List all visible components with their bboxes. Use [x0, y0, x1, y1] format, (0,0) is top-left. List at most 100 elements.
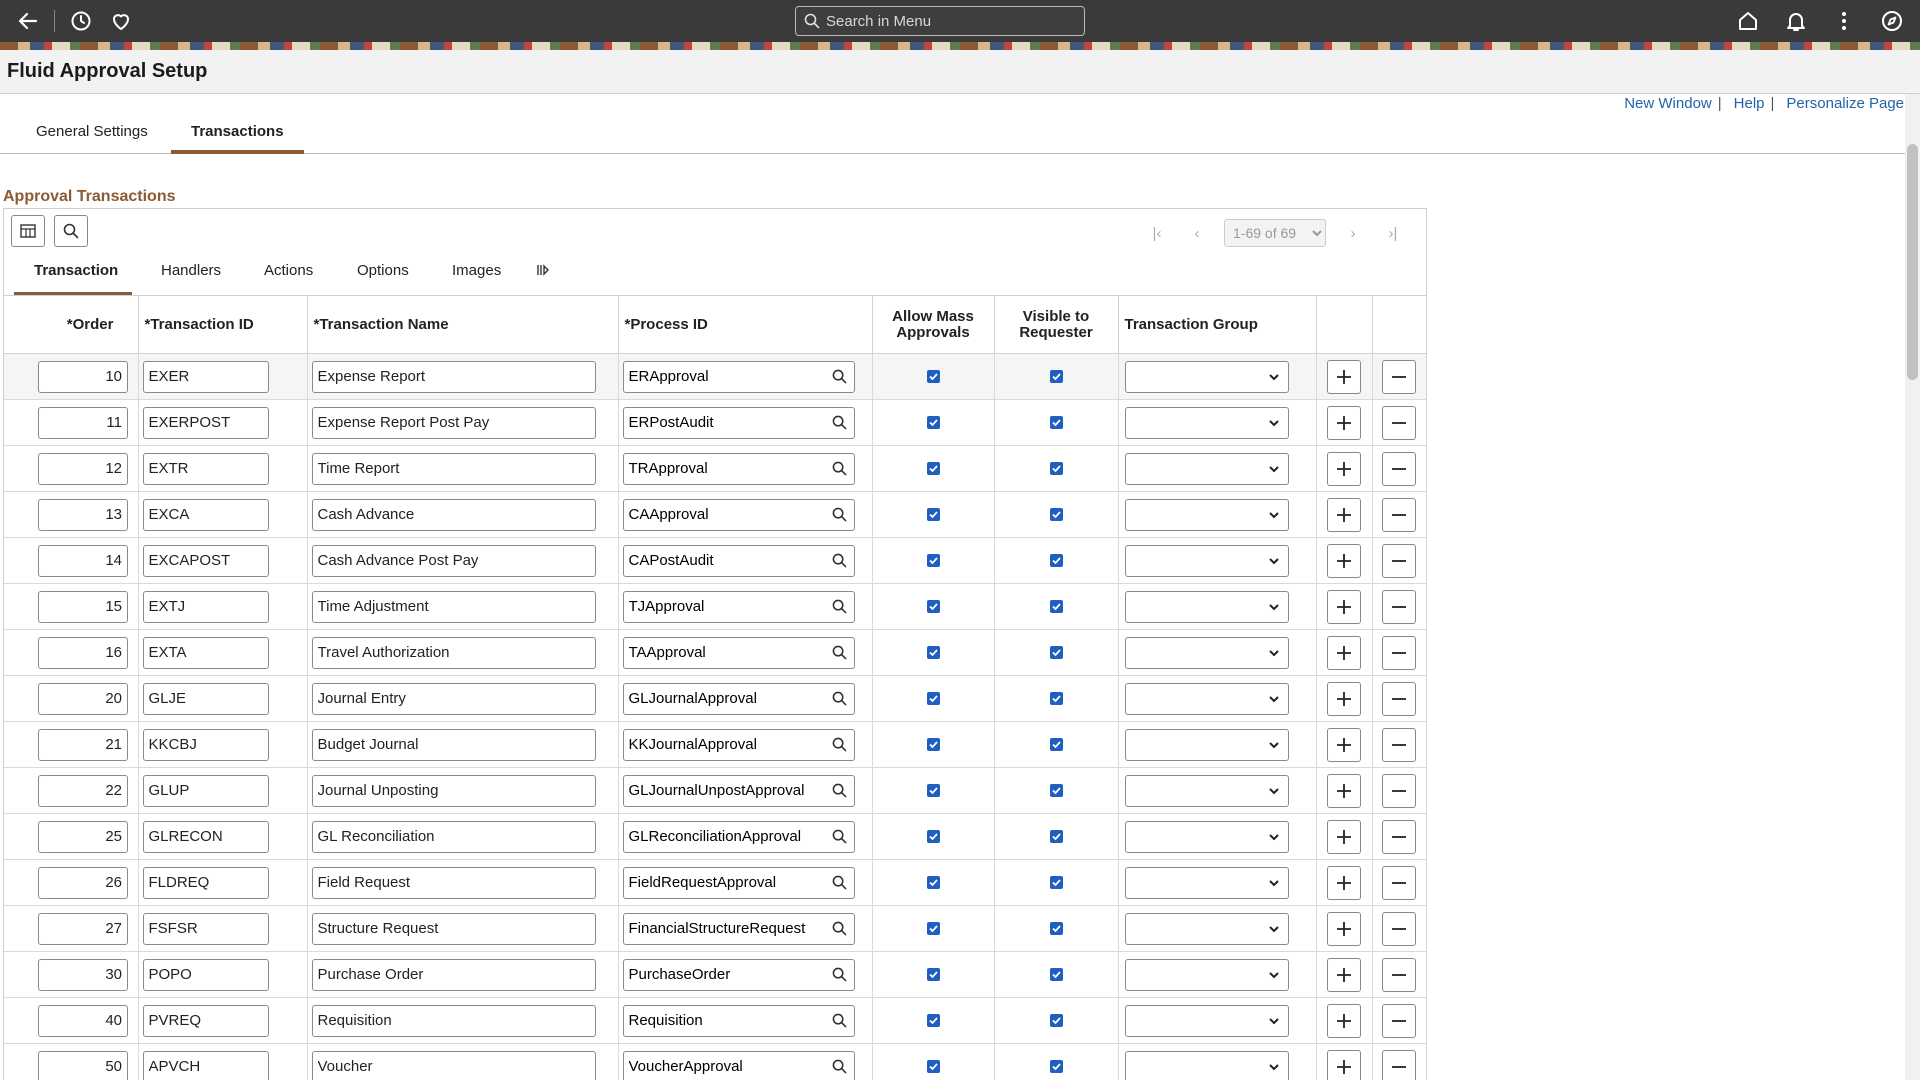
- delete-row-button[interactable]: [1382, 451, 1416, 486]
- tab-transactions[interactable]: Transactions: [171, 122, 304, 154]
- delete-row-button[interactable]: [1382, 1003, 1416, 1038]
- subtab-actions[interactable]: Actions: [264, 261, 313, 295]
- process-id-input[interactable]: [623, 552, 826, 569]
- allow-mass-approvals-checkbox[interactable]: [926, 1060, 940, 1073]
- process-id-lookup-button[interactable]: [826, 507, 854, 522]
- transaction-group-select[interactable]: [1124, 958, 1289, 991]
- transaction-group-select[interactable]: [1124, 590, 1289, 623]
- order-input[interactable]: [38, 912, 128, 945]
- order-input[interactable]: [38, 498, 128, 531]
- last-page-icon[interactable]: ›|: [1380, 225, 1406, 242]
- order-input[interactable]: [38, 1004, 128, 1037]
- allow-mass-approvals-checkbox[interactable]: [926, 508, 940, 521]
- add-row-button[interactable]: [1327, 819, 1361, 854]
- add-row-button[interactable]: [1327, 727, 1361, 762]
- process-id-input[interactable]: [623, 736, 826, 753]
- transaction-group-select[interactable]: [1124, 544, 1289, 577]
- transaction-name-input[interactable]: [311, 912, 596, 945]
- visible-to-requester-checkbox[interactable]: [1049, 922, 1063, 935]
- transaction-group-select[interactable]: [1124, 360, 1289, 393]
- visible-to-requester-checkbox[interactable]: [1049, 830, 1063, 843]
- order-input[interactable]: [38, 682, 128, 715]
- add-row-button[interactable]: [1327, 359, 1361, 394]
- transaction-group-select[interactable]: [1124, 1050, 1289, 1080]
- transaction-group-select[interactable]: [1124, 406, 1289, 439]
- add-row-button[interactable]: [1327, 451, 1361, 486]
- transaction-name-input[interactable]: [311, 544, 596, 577]
- order-input[interactable]: [38, 590, 128, 623]
- recent-places-button[interactable]: [61, 4, 101, 38]
- add-row-button[interactable]: [1327, 957, 1361, 992]
- transaction-name-input[interactable]: [311, 1050, 596, 1080]
- col-header-transaction-group[interactable]: Transaction Group: [1118, 295, 1317, 354]
- transaction-id-input[interactable]: [142, 636, 269, 669]
- delete-row-button[interactable]: [1382, 957, 1416, 992]
- transaction-id-input[interactable]: [142, 912, 269, 945]
- visible-to-requester-checkbox[interactable]: [1049, 462, 1063, 475]
- order-input[interactable]: [38, 636, 128, 669]
- transaction-id-input[interactable]: [142, 866, 269, 899]
- transaction-name-input[interactable]: [311, 636, 596, 669]
- order-input[interactable]: [38, 958, 128, 991]
- transaction-name-input[interactable]: [311, 958, 596, 991]
- col-header-process-id[interactable]: *Process ID: [618, 295, 873, 354]
- transaction-group-select[interactable]: [1124, 498, 1289, 531]
- transaction-id-input[interactable]: [142, 820, 269, 853]
- process-id-input[interactable]: [623, 460, 826, 477]
- delete-row-button[interactable]: [1382, 681, 1416, 716]
- menu-search-input[interactable]: [826, 12, 1066, 30]
- order-input[interactable]: [38, 774, 128, 807]
- menu-search-box[interactable]: [795, 6, 1085, 36]
- subtab-options[interactable]: Options: [357, 261, 409, 295]
- allow-mass-approvals-checkbox[interactable]: [926, 416, 940, 429]
- tab-general-settings[interactable]: General Settings: [16, 122, 168, 154]
- transaction-group-select[interactable]: [1124, 866, 1289, 899]
- allow-mass-approvals-checkbox[interactable]: [926, 968, 940, 981]
- process-id-lookup-button[interactable]: [826, 967, 854, 982]
- col-header-transaction-name[interactable]: *Transaction Name: [307, 295, 619, 354]
- transaction-id-input[interactable]: [142, 452, 269, 485]
- process-id-input[interactable]: [623, 874, 826, 891]
- process-id-input[interactable]: [623, 598, 826, 615]
- actions-menu-button[interactable]: [1824, 4, 1864, 38]
- transaction-id-input[interactable]: [142, 1050, 269, 1080]
- transaction-group-select[interactable]: [1124, 1004, 1289, 1037]
- home-button[interactable]: [1728, 4, 1768, 38]
- transaction-group-select[interactable]: [1124, 820, 1289, 853]
- transaction-name-input[interactable]: [311, 1004, 596, 1037]
- col-header-transaction-id[interactable]: *Transaction ID: [138, 295, 308, 354]
- visible-to-requester-checkbox[interactable]: [1049, 416, 1063, 429]
- process-id-lookup-button[interactable]: [826, 829, 854, 844]
- allow-mass-approvals-checkbox[interactable]: [926, 554, 940, 567]
- find-in-grid-button[interactable]: [54, 215, 88, 247]
- add-row-button[interactable]: [1327, 865, 1361, 900]
- process-id-lookup-button[interactable]: [826, 599, 854, 614]
- scrollbar-thumb[interactable]: [1907, 144, 1918, 380]
- subtab-transaction[interactable]: Transaction: [14, 261, 132, 295]
- help-link[interactable]: Help: [1734, 95, 1765, 112]
- add-row-button[interactable]: [1327, 405, 1361, 440]
- transaction-name-input[interactable]: [311, 452, 596, 485]
- transaction-group-select[interactable]: [1124, 682, 1289, 715]
- transaction-group-select[interactable]: [1124, 636, 1289, 669]
- process-id-lookup-button[interactable]: [826, 921, 854, 936]
- transaction-name-input[interactable]: [311, 820, 596, 853]
- delete-row-button[interactable]: [1382, 911, 1416, 946]
- process-id-lookup-button[interactable]: [826, 875, 854, 890]
- transaction-id-input[interactable]: [142, 498, 269, 531]
- transaction-name-input[interactable]: [311, 866, 596, 899]
- transaction-id-input[interactable]: [142, 774, 269, 807]
- visible-to-requester-checkbox[interactable]: [1049, 554, 1063, 567]
- delete-row-button[interactable]: [1382, 635, 1416, 670]
- process-id-input[interactable]: [623, 368, 826, 385]
- order-input[interactable]: [38, 544, 128, 577]
- add-row-button[interactable]: [1327, 1003, 1361, 1038]
- delete-row-button[interactable]: [1382, 543, 1416, 578]
- process-id-lookup-button[interactable]: [826, 1059, 854, 1074]
- previous-page-icon[interactable]: ‹: [1184, 225, 1210, 242]
- next-page-icon[interactable]: ›: [1340, 225, 1366, 242]
- visible-to-requester-checkbox[interactable]: [1049, 646, 1063, 659]
- allow-mass-approvals-checkbox[interactable]: [926, 922, 940, 935]
- allow-mass-approvals-checkbox[interactable]: [926, 370, 940, 383]
- allow-mass-approvals-checkbox[interactable]: [926, 692, 940, 705]
